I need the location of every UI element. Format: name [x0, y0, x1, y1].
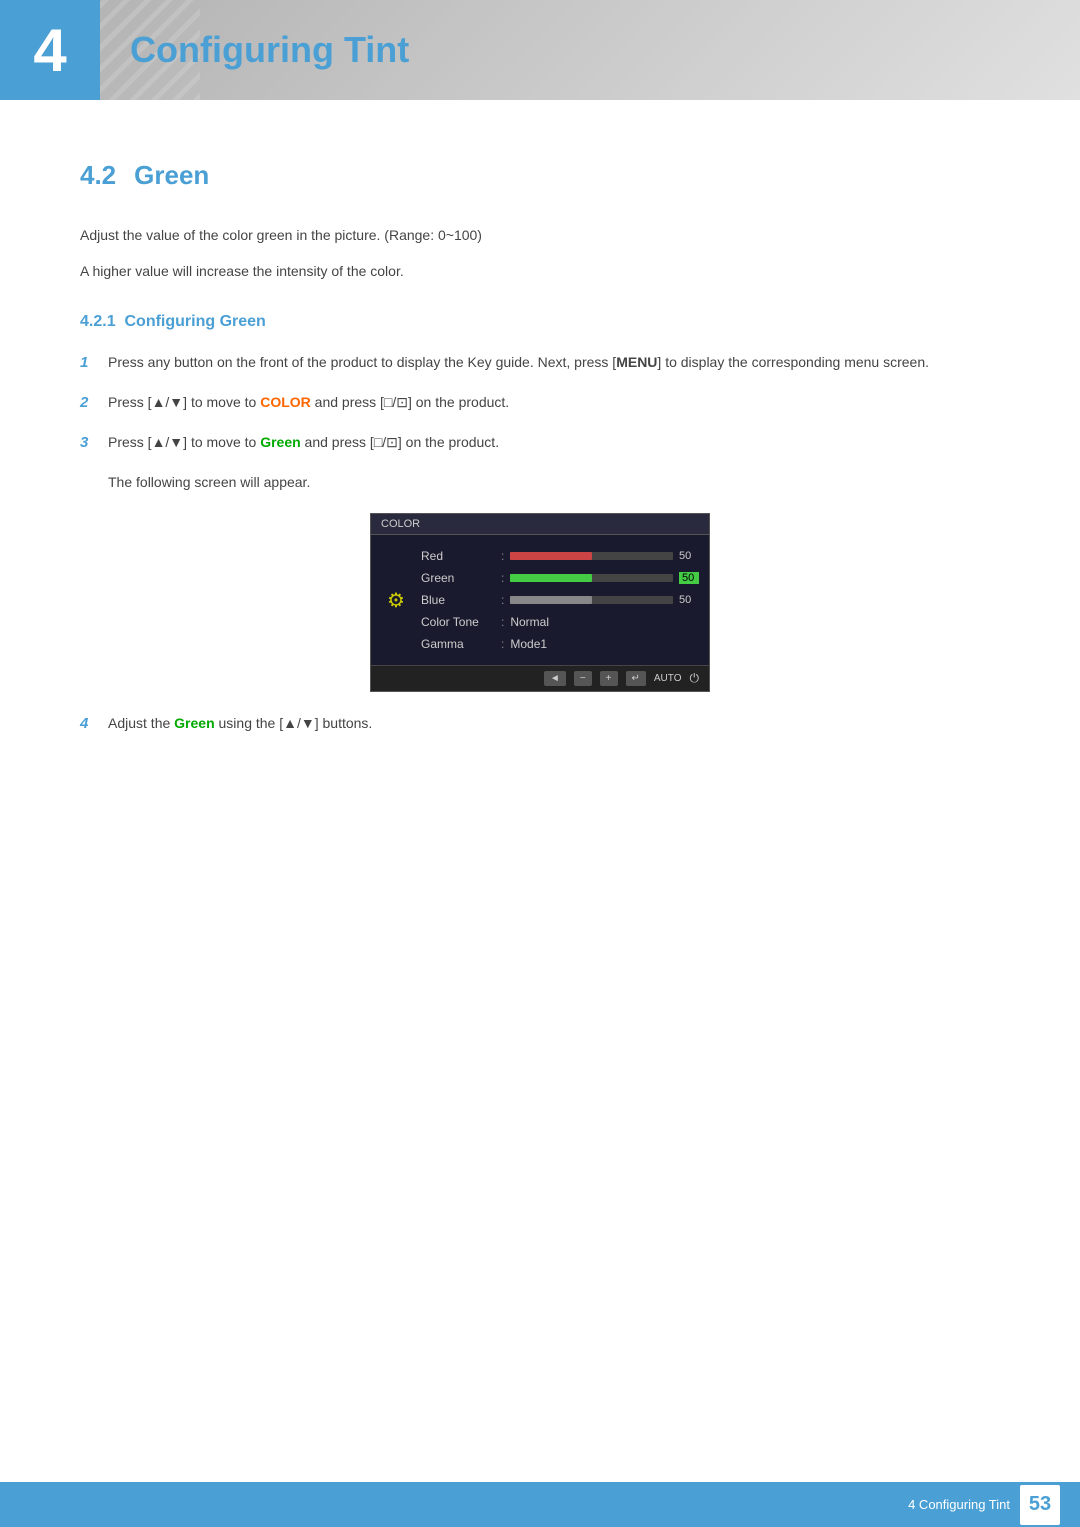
footer-btn-minus: −	[574, 671, 592, 686]
bar-track-red	[510, 552, 673, 560]
section-heading: 4.2 Green	[80, 160, 1000, 199]
step-3-number: 3	[80, 431, 108, 455]
steps-list: 1 Press any button on the front of the p…	[80, 351, 1000, 736]
footer-btn-power: ⏻	[690, 671, 700, 686]
color-label-blue: Blue	[421, 593, 501, 607]
color-value-gamma: Mode1	[510, 637, 547, 651]
color-label-tone: Color Tone	[421, 615, 501, 629]
step-1-content: Press any button on the front of the pro…	[108, 351, 1000, 373]
section-number: 4.2	[80, 160, 116, 190]
section-title: Green	[134, 160, 209, 190]
step-1-number: 1	[80, 351, 108, 375]
footer-btn-left: ◄	[544, 671, 566, 686]
step-1: 1 Press any button on the front of the p…	[80, 351, 1000, 375]
color-menu-title: COLOR	[371, 514, 709, 535]
color-row-gamma: Gamma : Mode1	[421, 633, 699, 655]
color-row-green: Green : 50	[421, 567, 699, 589]
color-menu-footer: ◄ − + ↵ AUTO ⏻	[371, 665, 709, 691]
footer-btn-plus: +	[600, 671, 618, 686]
body-text-1: Adjust the value of the color green in t…	[80, 224, 1000, 246]
color-label-gamma: Gamma	[421, 637, 501, 651]
keyword-color: COLOR	[260, 394, 311, 410]
color-menu-body: ⚙ Red : 50	[371, 535, 709, 665]
color-row-red: Red : 50	[421, 545, 699, 567]
step-4-number: 4	[80, 712, 108, 736]
bar-fill-red	[510, 552, 591, 560]
footer-chapter-text: 4 Configuring Tint	[908, 1497, 1010, 1512]
bar-container-blue: 50	[510, 594, 699, 606]
keyword-green-step4: Green	[174, 715, 214, 731]
step-3-note: The following screen will appear.	[108, 471, 1000, 493]
bar-value-red: 50	[679, 550, 699, 562]
keyword-green-step3: Green	[260, 434, 300, 450]
step-4-content: Adjust the Green using the [▲/▼] buttons…	[108, 712, 1000, 734]
color-row-tone: Color Tone : Normal	[421, 611, 699, 633]
step-2-number: 2	[80, 391, 108, 415]
color-menu-items: Red : 50 Green :	[421, 545, 709, 655]
bar-fill-green	[510, 574, 591, 582]
subsection-heading: 4.2.1 Configuring Green	[80, 313, 1000, 331]
footer-btn-auto: AUTO	[654, 673, 682, 684]
subsection-title: Configuring Green	[124, 313, 265, 330]
chapter-number: 4	[0, 0, 100, 100]
step-2: 2 Press [▲/▼] to move to COLOR and press…	[80, 391, 1000, 415]
color-value-tone: Normal	[510, 615, 549, 629]
step-3: 3 Press [▲/▼] to move to Green and press…	[80, 431, 1000, 455]
main-content: 4.2 Green Adjust the value of the color g…	[0, 140, 1080, 832]
color-menu-icon: ⚙	[371, 545, 421, 655]
chapter-title: Configuring Tint	[100, 0, 409, 100]
bar-value-blue: 50	[679, 594, 699, 606]
color-menu-panel: COLOR ⚙ Red : 50	[370, 513, 710, 692]
bar-container-red: 50	[510, 550, 699, 562]
step-3-content: Press [▲/▼] to move to Green and press […	[108, 431, 1000, 453]
step-2-content: Press [▲/▼] to move to COLOR and press […	[108, 391, 1000, 413]
bar-fill-blue	[510, 596, 591, 604]
bar-track-green	[510, 574, 673, 582]
body-text-2: A higher value will increase the intensi…	[80, 260, 1000, 282]
footer-btn-enter: ↵	[626, 671, 646, 686]
keyword-menu: MENU	[616, 354, 657, 370]
bar-value-green: 50	[679, 572, 699, 584]
chapter-header: 4 Configuring Tint	[0, 0, 1080, 100]
bar-container-green: 50	[510, 572, 699, 584]
bar-track-blue	[510, 596, 673, 604]
monitor-image: COLOR ⚙ Red : 50	[80, 513, 1000, 692]
color-label-green: Green	[421, 571, 501, 585]
step-4: 4 Adjust the Green using the [▲/▼] butto…	[80, 712, 1000, 736]
footer-page-number: 53	[1020, 1485, 1060, 1525]
page-footer: 4 Configuring Tint 53	[0, 1482, 1080, 1527]
subsection-number: 4.2.1	[80, 313, 116, 330]
color-label-red: Red	[421, 549, 501, 563]
color-row-blue: Blue : 50	[421, 589, 699, 611]
